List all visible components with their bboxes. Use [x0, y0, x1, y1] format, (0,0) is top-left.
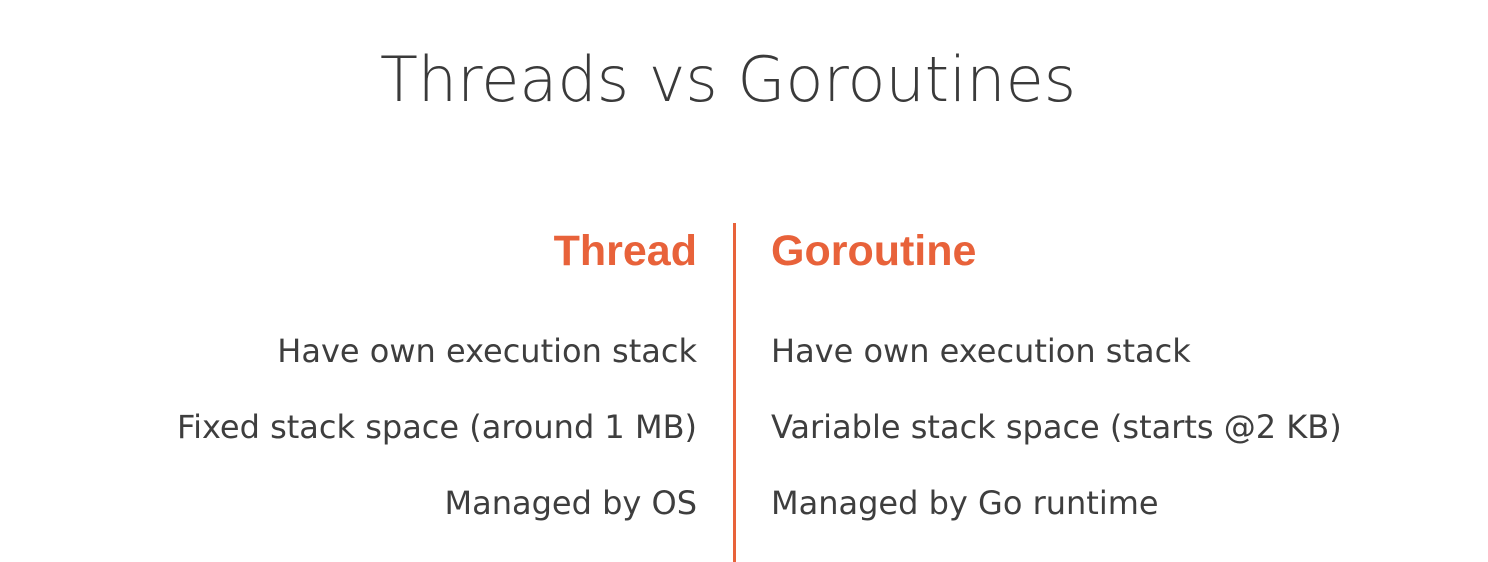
slide-title: Threads vs Goroutines: [379, 43, 1077, 116]
goroutine-row-stack-space: Variable stack space (starts @2 KB): [771, 408, 1342, 446]
goroutine-row-execution-stack: Have own execution stack: [771, 332, 1191, 370]
column-divider: [733, 223, 736, 562]
thread-row-managed-by: Managed by OS: [444, 484, 697, 522]
thread-header: Thread: [553, 227, 697, 275]
thread-row-stack-space: Fixed stack space (around 1 MB): [176, 408, 697, 446]
goroutine-header: Goroutine: [771, 227, 977, 275]
goroutine-row-managed-by: Managed by Go runtime: [771, 484, 1159, 522]
goroutine-column: Goroutine Have own execution stack Varia…: [771, 224, 1342, 541]
thread-column: Thread Have own execution stack Fixed st…: [177, 224, 697, 541]
thread-row-execution-stack: Have own execution stack: [277, 332, 697, 370]
